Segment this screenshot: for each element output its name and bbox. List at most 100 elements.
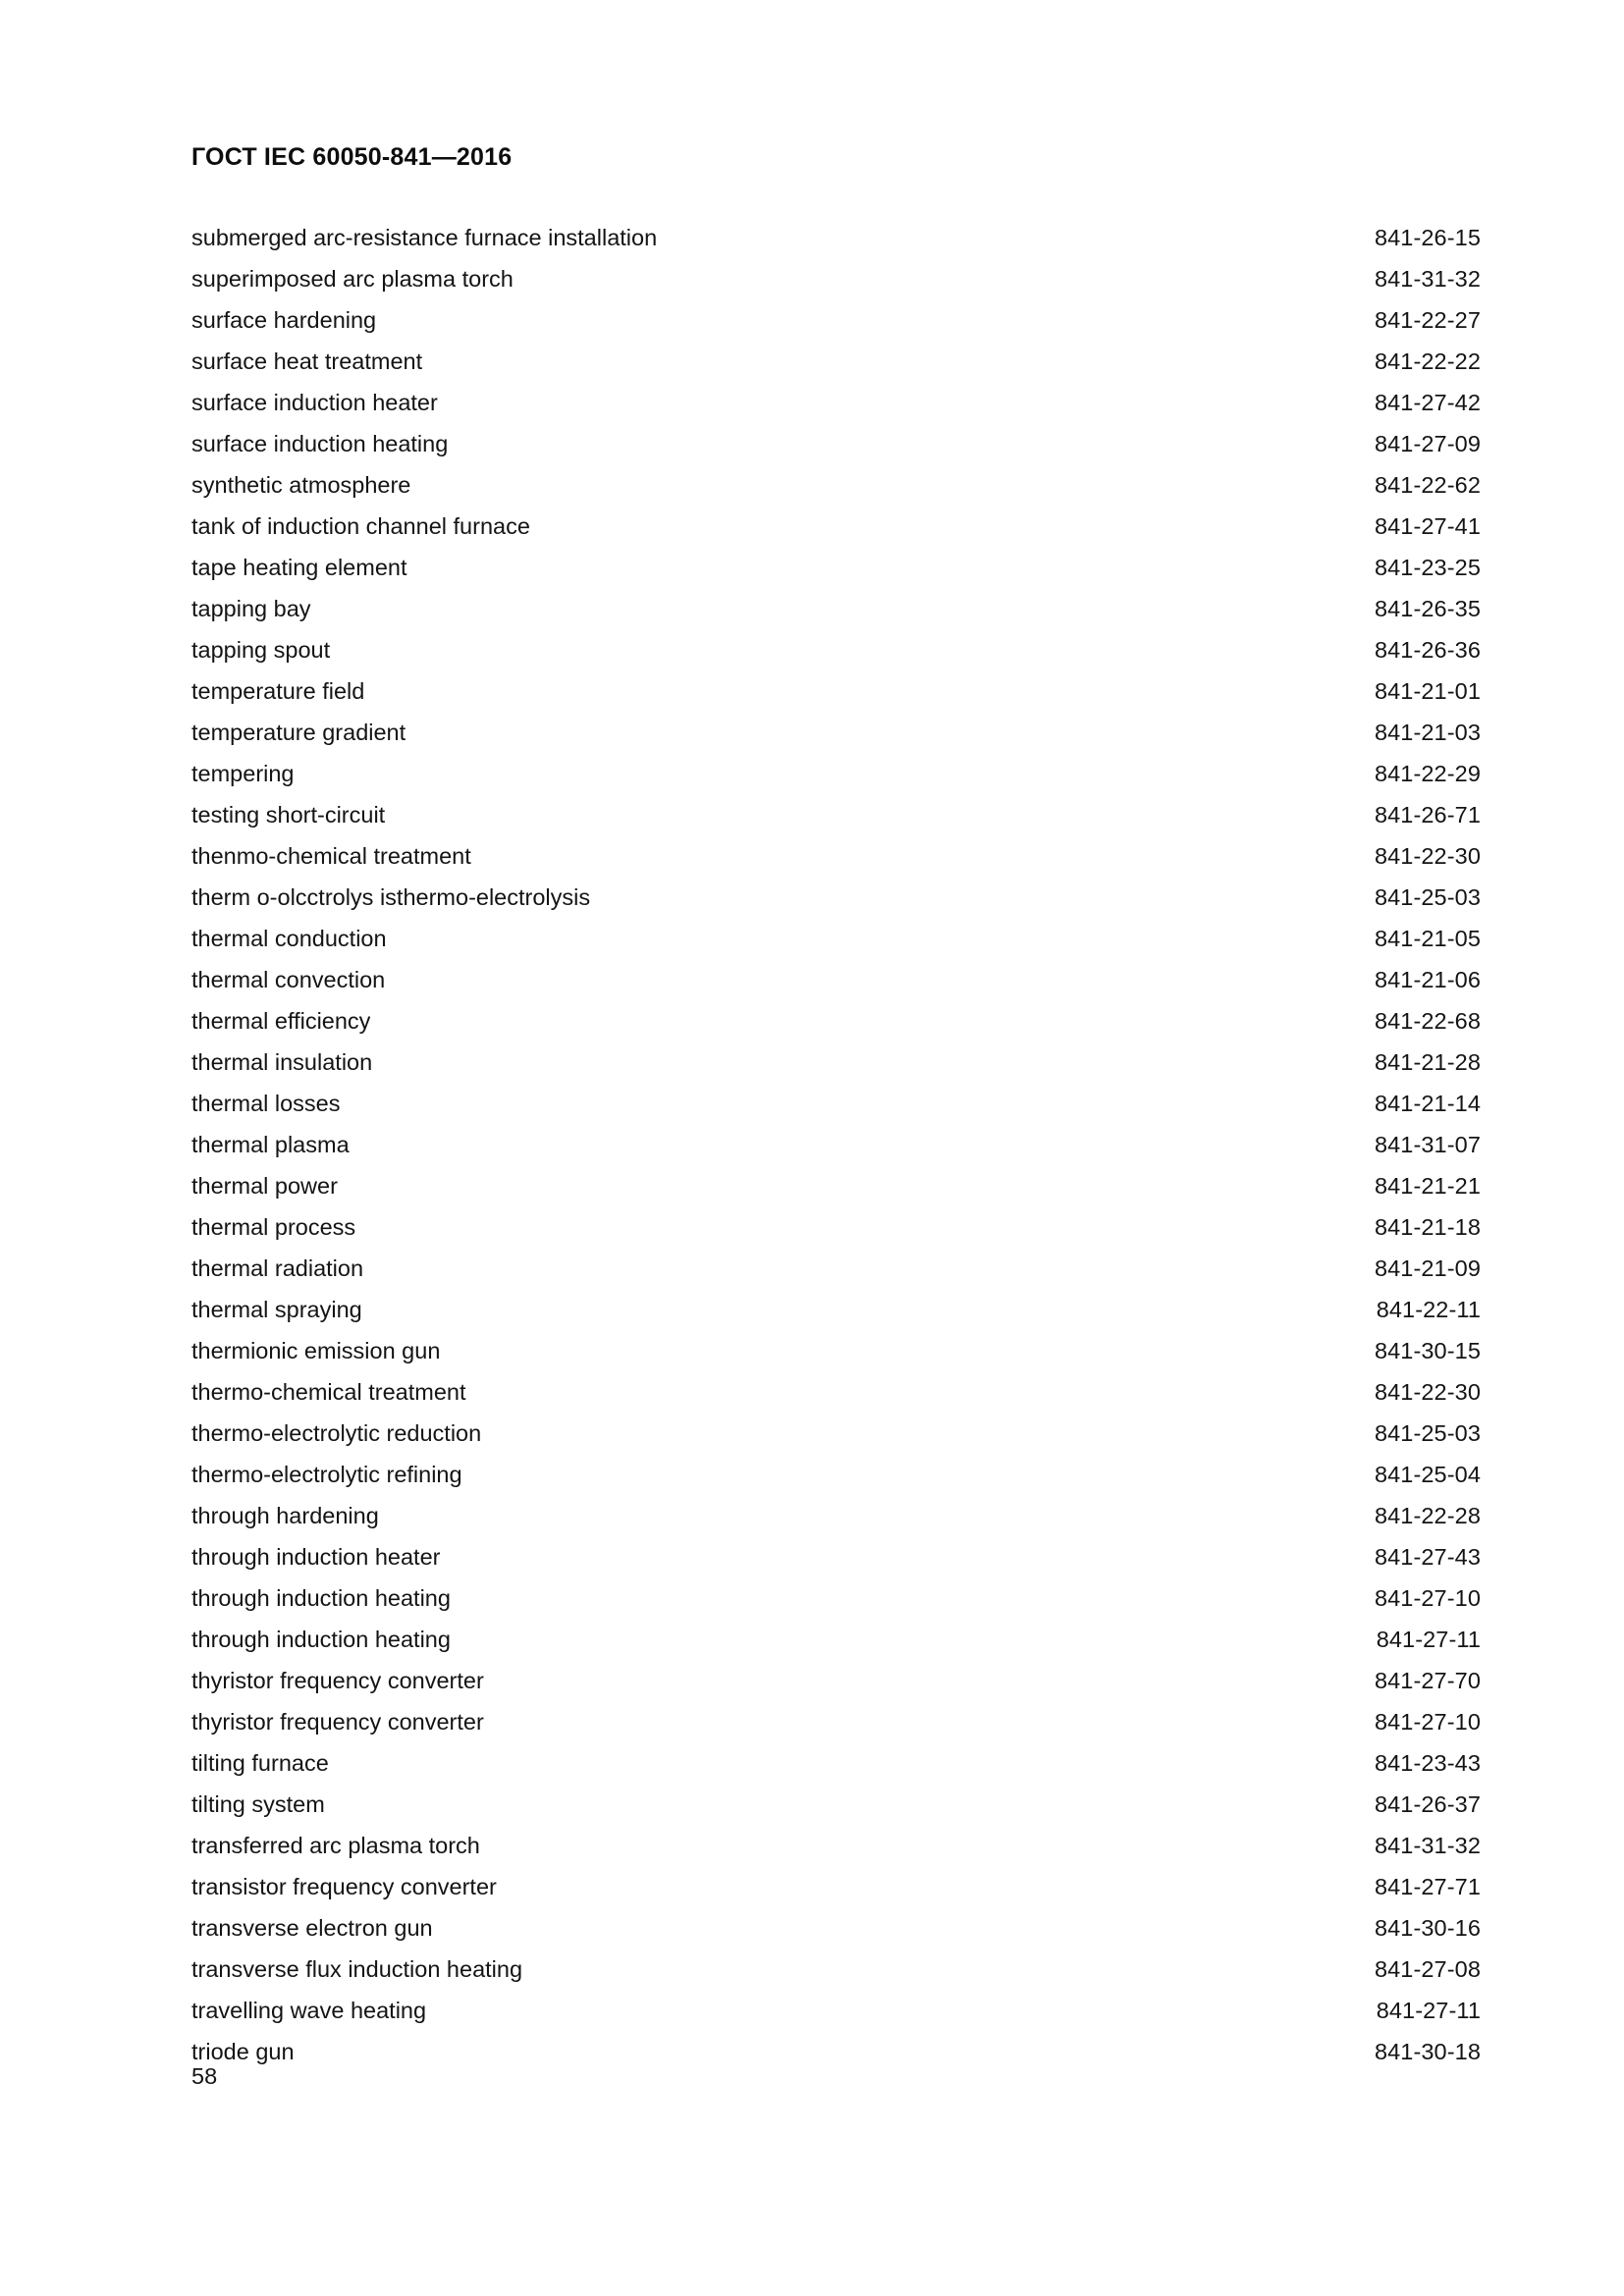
index-entry-code: 841-22-29	[1374, 761, 1481, 786]
index-entry-term: tank of induction channel furnace	[191, 513, 530, 539]
index-entry-code: 841-27-41	[1374, 513, 1481, 539]
index-entry-row: surface heat treatment 841-22-22	[191, 341, 1481, 382]
index-entry-code: 841-26-37	[1374, 1791, 1481, 1817]
index-entry-term: surface induction heater	[191, 390, 438, 415]
index-entry-code: 841-22-30	[1374, 1379, 1481, 1405]
index-entry-row: therm o-olcctrolys isthermo-electrolysis…	[191, 877, 1481, 918]
index-entry-row: testing short-circuit 841-26-71	[191, 794, 1481, 835]
index-entry-row: thermal convection 841-21-06	[191, 959, 1481, 1000]
index-entry-term: thyristor frequency converter	[191, 1709, 484, 1735]
index-entry-row: tilting furnace 841-23-43	[191, 1742, 1481, 1784]
index-entry-term: tempering	[191, 761, 295, 786]
index-entry-row: thermal spraying 841-22-11	[191, 1289, 1481, 1330]
index-entry-row: thyristor frequency converter 841-27-10	[191, 1701, 1481, 1742]
index-entry-term: temperature gradient	[191, 720, 406, 745]
index-entry-code: 841-27-71	[1374, 1874, 1481, 1899]
index-entry-term: surface hardening	[191, 307, 377, 333]
index-entry-row: through induction heating 841-27-11	[191, 1619, 1481, 1660]
index-entry-term: transverse flux induction heating	[191, 1956, 523, 1982]
index-entry-row: transverse flux induction heating 841-27-…	[191, 1949, 1481, 1990]
index-entry-code: 841-26-35	[1374, 596, 1481, 621]
index-entry-term: thermal efficiency	[191, 1008, 371, 1034]
index-entry-term: transferred arc plasma torch	[191, 1833, 480, 1858]
index-entry-term: thermal process	[191, 1214, 356, 1240]
index-entry-code: 841-27-43	[1374, 1544, 1481, 1570]
index-entry-code: 841-21-28	[1374, 1049, 1481, 1075]
index-entry-term: through hardening	[191, 1503, 379, 1528]
index-entry-row: tilting system 841-26-37	[191, 1784, 1481, 1825]
index-entry-code: 841-22-30	[1374, 843, 1481, 869]
index-entry-term: transverse electron gun	[191, 1915, 433, 1941]
index-entry-code: 841-25-03	[1374, 884, 1481, 910]
index-entry-row: transverse electron gun 841-30-16	[191, 1907, 1481, 1949]
index-entry-code: 841-31-32	[1374, 1833, 1481, 1858]
index-entry-row: transferred arc plasma torch 841-31-32	[191, 1825, 1481, 1866]
index-entry-row: thyristor frequency converter 841-27-70	[191, 1660, 1481, 1701]
index-entry-row: synthetic atmosphere 841-22-62	[191, 464, 1481, 506]
index-entry-term: tapping bay	[191, 596, 311, 621]
index-entry-term: thyristor frequency converter	[191, 1668, 484, 1693]
index-entry-code: 841-30-16	[1374, 1915, 1481, 1941]
index-entry-row: tape heating element 841-23-25	[191, 547, 1481, 588]
index-entry-term: through induction heating	[191, 1627, 451, 1652]
index-entry-term: therm o-olcctrolys isthermo-electrolysis	[191, 884, 591, 910]
index-entry-term: thermo-electrolytic reduction	[191, 1420, 482, 1446]
index-entry-row: temperature gradient 841-21-03	[191, 712, 1481, 753]
index-entry-code: 841-27-10	[1374, 1585, 1481, 1611]
index-entry-term: thermal spraying	[191, 1297, 362, 1322]
index-entry-row: thermal plasma 841-31-07	[191, 1124, 1481, 1165]
index-entry-row: thermal power 841-21-21	[191, 1165, 1481, 1206]
index-entry-code: 841-21-03	[1374, 720, 1481, 745]
index-entry-row: triode gun 841-30-18	[191, 2031, 1481, 2072]
index-entry-row: thermo-electrolytic refining 841-25-04	[191, 1454, 1481, 1495]
index-entry-code: 841-22-68	[1374, 1008, 1481, 1034]
index-entry-code: 841-26-15	[1374, 225, 1481, 250]
index-entry-row: surface induction heating 841-27-09	[191, 423, 1481, 464]
index-entry-term: testing short-circuit	[191, 802, 386, 828]
index-entry-code: 841-21-18	[1374, 1214, 1481, 1240]
index-entry-row: surface induction heater 841-27-42	[191, 382, 1481, 423]
index-entry-code: 841-30-18	[1374, 2039, 1481, 2064]
index-entry-term: thermal plasma	[191, 1132, 350, 1157]
index-entry-term: surface heat treatment	[191, 348, 423, 374]
index-entry-code: 841-22-27	[1374, 307, 1481, 333]
index-entry-code: 841-21-01	[1374, 678, 1481, 704]
index-entry-row: through induction heating 841-27-10	[191, 1577, 1481, 1619]
index-entry-row: through hardening 841-22-28	[191, 1495, 1481, 1536]
index-entry-term: temperature field	[191, 678, 365, 704]
index-entry-code: 841-27-11	[1376, 1627, 1481, 1652]
index-entry-code: 841-23-43	[1374, 1750, 1481, 1776]
index-entry-code: 841-25-03	[1374, 1420, 1481, 1446]
index-entry-row: temperature field 841-21-01	[191, 670, 1481, 712]
index-entry-row: tank of induction channel furnace 841-27-…	[191, 506, 1481, 547]
index-entry-row: thermal efficiency 841-22-68	[191, 1000, 1481, 1041]
index-entry-row: thermal insulation 841-21-28	[191, 1041, 1481, 1083]
index-entry-term: thermal convection	[191, 967, 386, 992]
index-entry-code: 841-26-71	[1374, 802, 1481, 828]
index-entry-code: 841-22-28	[1374, 1503, 1481, 1528]
index-entry-term: thermo-chemical treatment	[191, 1379, 466, 1405]
index-entry-term: tilting furnace	[191, 1750, 329, 1776]
index-entry-row: thermionic emission gun 841-30-15	[191, 1330, 1481, 1371]
index-entry-term: thermo-electrolytic refining	[191, 1462, 462, 1487]
index-entry-code: 841-21-14	[1374, 1091, 1481, 1116]
index-entry-code: 841-27-42	[1374, 390, 1481, 415]
index-entry-term: tapping spout	[191, 637, 331, 663]
index-entry-row: thermo-chemical treatment 841-22-30	[191, 1371, 1481, 1413]
index-entry-term: travelling wave heating	[191, 1998, 427, 2023]
index-entry-term: submerged arc-resistance furnace install…	[191, 225, 658, 250]
index-entry-code: 841-21-21	[1374, 1173, 1481, 1199]
index-entry-term: synthetic atmosphere	[191, 472, 411, 498]
index-entry-term: tape heating element	[191, 555, 407, 580]
index-entry-row: thermal losses 841-21-14	[191, 1083, 1481, 1124]
index-entry-term: thermal power	[191, 1173, 338, 1199]
index-entry-row: submerged arc-resistance furnace install…	[191, 217, 1481, 258]
index-entry-code: 841-25-04	[1374, 1462, 1481, 1487]
index-entry-term: thermal losses	[191, 1091, 341, 1116]
index-entry-row: tempering 841-22-29	[191, 753, 1481, 794]
index-entry-list: submerged arc-resistance furnace install…	[191, 217, 1481, 2072]
index-entry-term: thermal insulation	[191, 1049, 373, 1075]
index-entry-code: 841-22-62	[1374, 472, 1481, 498]
index-entry-row: thermo-electrolytic reduction 841-25-03	[191, 1413, 1481, 1454]
index-entry-row: thermal process 841-21-18	[191, 1206, 1481, 1248]
